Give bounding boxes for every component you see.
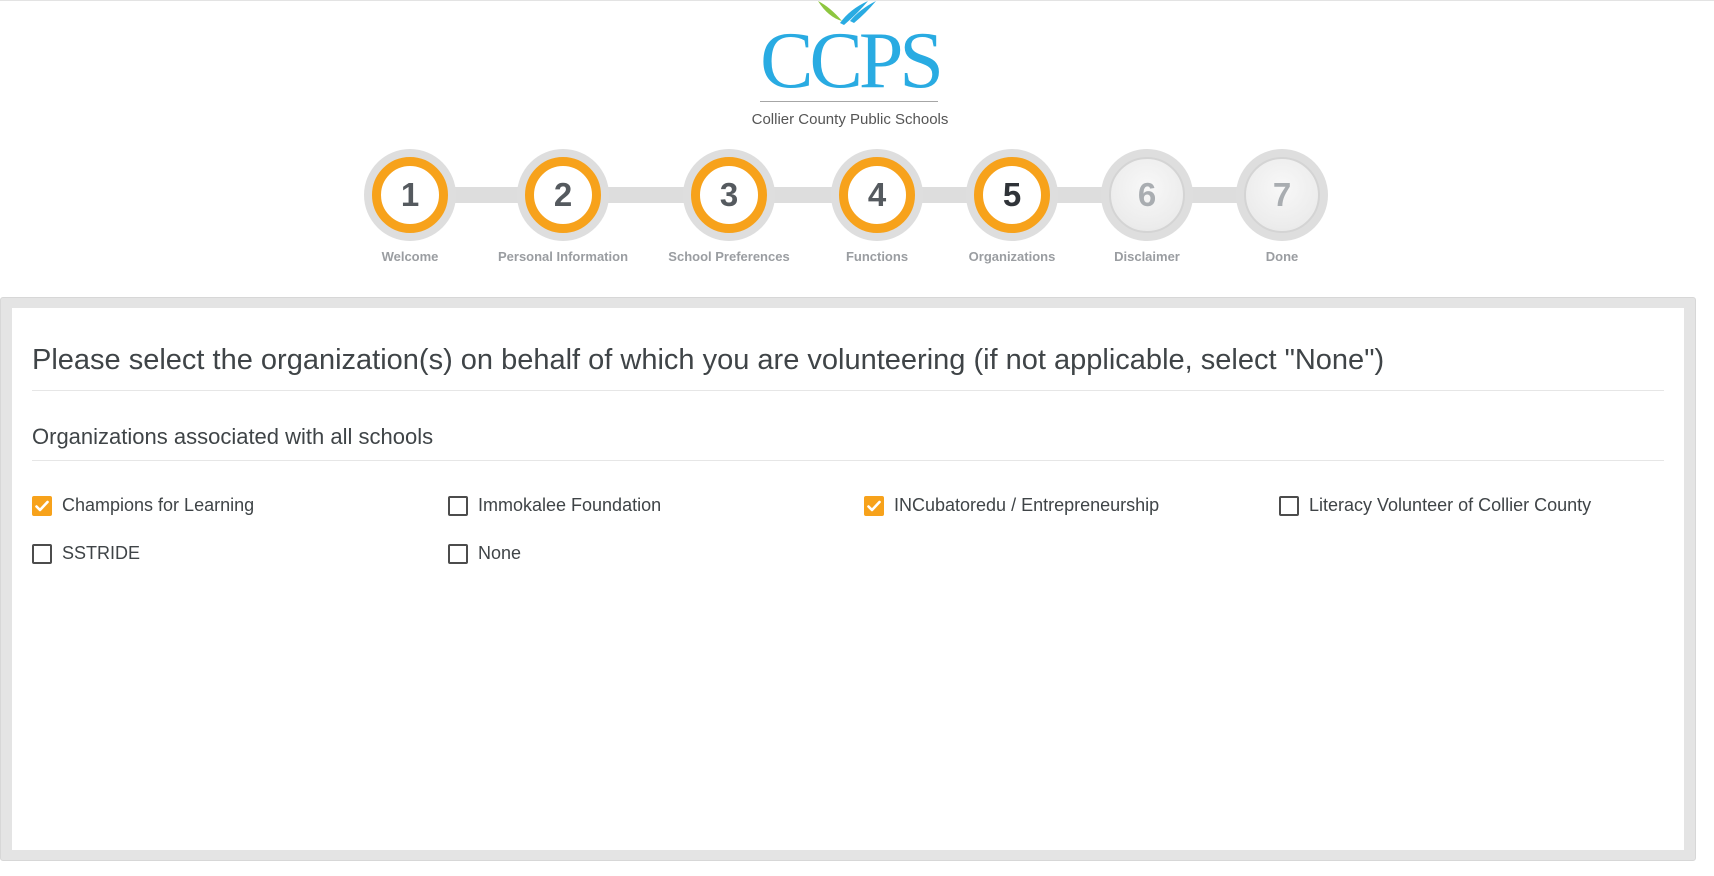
divider: [32, 390, 1664, 391]
checkbox-immokalee-foundation[interactable]: Immokalee Foundation: [448, 495, 661, 516]
divider: [32, 460, 1664, 461]
checkbox-label: SSTRIDE: [62, 543, 141, 563]
step-school-preferences[interactable]: 3 School Preferences: [649, 149, 809, 264]
logo-wordmark: CCPS: [760, 17, 944, 105]
step-number: 5: [974, 157, 1050, 233]
checkbox-label: None: [478, 543, 522, 563]
checkmark-icon: [867, 500, 881, 511]
step-label: School Preferences: [668, 249, 790, 264]
step-personal-information[interactable]: 2 Personal Information: [483, 149, 643, 264]
logo-divider: [760, 101, 938, 102]
checkbox-box[interactable]: [32, 543, 52, 564]
ccps-logo: CCPS Collier County Public Schools: [740, 1, 960, 131]
step-label: Welcome: [381, 249, 439, 264]
step-number: 7: [1244, 157, 1320, 233]
step-number: 6: [1109, 157, 1185, 233]
step-done[interactable]: 7 Done: [1202, 149, 1362, 264]
checkbox-box[interactable]: [1279, 495, 1299, 516]
form-panel: Please select the organization(s) on beh…: [0, 297, 1696, 861]
checkmark-icon: [35, 500, 49, 511]
progress-stepper: 1 Welcome 2 Personal Information 3 Schoo…: [0, 149, 1714, 269]
step-number: 1: [372, 157, 448, 233]
checkbox-box[interactable]: [448, 543, 468, 564]
checkbox-champions-for-learning[interactable]: Champions for Learning: [32, 495, 254, 516]
step-number: 4: [839, 157, 915, 233]
checkbox-label: Champions for Learning: [62, 495, 255, 515]
logo-subtitle: Collier County Public Schools: [751, 111, 949, 128]
section-title: Organizations associated with all school…: [32, 424, 434, 449]
form-panel-body: Please select the organization(s) on beh…: [12, 308, 1684, 850]
step-number: 3: [691, 157, 767, 233]
checkbox-box[interactable]: [32, 495, 52, 516]
checkbox-sstride[interactable]: SSTRIDE: [32, 543, 140, 564]
checkbox-none[interactable]: None: [448, 543, 521, 564]
step-label: Personal Information: [497, 249, 629, 264]
page-title: Please select the organization(s) on beh…: [32, 344, 1385, 376]
checkbox-label: Immokalee Foundation: [478, 495, 662, 515]
checkbox-literacy-volunteer[interactable]: Literacy Volunteer of Collier County: [1279, 495, 1591, 516]
step-number: 2: [525, 157, 601, 233]
checkbox-label: Literacy Volunteer of Collier County: [1309, 495, 1592, 515]
step-label: Done: [1265, 249, 1299, 264]
checkbox-label: INCubatoredu / Entrepreneurship: [894, 495, 1160, 515]
checkbox-incubatoredu[interactable]: INCubatoredu / Entrepreneurship: [864, 495, 1159, 516]
step-welcome[interactable]: 1 Welcome: [330, 149, 490, 264]
checkbox-box[interactable]: [864, 495, 884, 516]
checkbox-box[interactable]: [448, 495, 468, 516]
